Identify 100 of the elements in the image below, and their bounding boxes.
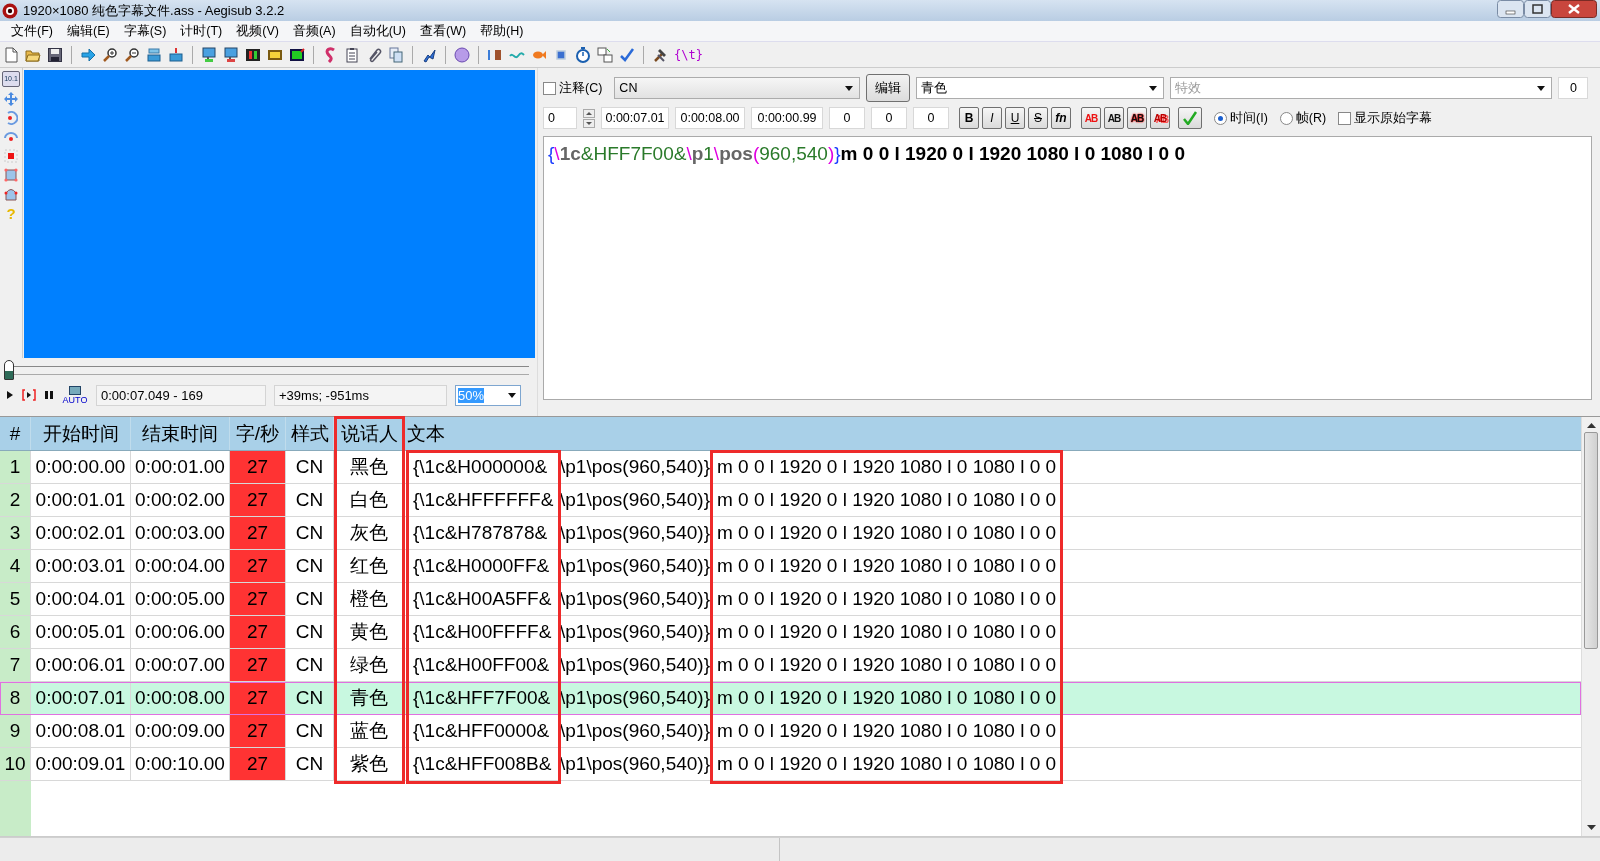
menu-item[interactable]: 音频(A) bbox=[285, 22, 343, 40]
cps-cell: 27 bbox=[230, 583, 286, 615]
edit-style-button[interactable]: 编辑 bbox=[866, 74, 911, 102]
vector-clip-icon[interactable] bbox=[4, 187, 18, 201]
scale-icon[interactable] bbox=[4, 149, 18, 163]
color-button[interactable]: AB bbox=[1104, 107, 1124, 129]
checkbox-label[interactable]: 注释(C) bbox=[559, 79, 603, 97]
bold-button[interactable]: B bbox=[959, 107, 979, 129]
new-file-icon[interactable] bbox=[3, 46, 19, 63]
radio-button[interactable] bbox=[1279, 111, 1293, 125]
paperclip-icon[interactable] bbox=[366, 46, 382, 63]
column-header[interactable]: 结束时间 bbox=[131, 417, 230, 450]
subtitle-row[interactable]: 2 0:00:01.01 0:00:02.00 27 CN 白色 {\1c&HFFFFFF& \p1\pos(960,540)} m 0 0 l 1920 0 l 1920 1080 l 0 1080 l 0 0 bbox=[0, 484, 1581, 517]
maximize-button[interactable] bbox=[1524, 0, 1551, 18]
subtitle-row[interactable]: 10 0:00:09.01 0:00:10.00 27 CN 紫色 {\1c&HFF008B& \p1\pos(960,540)} m 0 0 l 1920 0 l 1920 1080 l 0 1080 l 0 0 bbox=[0, 748, 1581, 781]
film-icon[interactable] bbox=[289, 46, 305, 63]
checkmark-icon[interactable] bbox=[619, 46, 635, 63]
play-icon[interactable] bbox=[6, 390, 14, 400]
strike-button[interactable]: S bbox=[1028, 107, 1048, 129]
subtitle-text: {\1c&HFF7F00&\p1\pos(960,540)}m 0 0 l 1920 0 l 1920 1080 l 0 1080 l 0 0 bbox=[548, 143, 1185, 164]
seek-slider-thumb[interactable] bbox=[4, 359, 14, 380]
scrollbar-thumb[interactable] bbox=[1584, 432, 1598, 649]
save-icon[interactable] bbox=[47, 46, 63, 63]
style-cell: CN bbox=[286, 682, 334, 714]
hammer-icon[interactable] bbox=[652, 46, 668, 63]
arrow-right-icon[interactable] bbox=[80, 46, 96, 63]
subtitle-row[interactable]: 6 0:00:05.01 0:00:06.00 27 CN 黄色 {\1c&H00FFFF& \p1\pos(960,540)} m 0 0 l 1920 0 l 1920 1080 l 0 1080 l 0 0 bbox=[0, 616, 1581, 649]
spin-down-icon[interactable] bbox=[583, 118, 595, 128]
move-icon[interactable] bbox=[4, 92, 18, 106]
text-cell-text: {\1c&HFF0000& \p1\pos(960,540)} m 0 0 l 1920 0 l 1920 1080 l 0 1080 l 0 0 bbox=[412, 719, 1058, 743]
radio-label[interactable]: 帧(R) bbox=[1295, 109, 1327, 127]
text-cell-text: {\1c&HFF7F00& \p1\pos(960,540)} m 0 0 l 1920 0 l 1920 1080 l 0 1080 l 0 0 bbox=[412, 686, 1058, 710]
actor-dropdown[interactable]: 青色 bbox=[916, 77, 1165, 99]
subtitle-row[interactable]: 9 0:00:08.01 0:00:09.00 27 CN 蓝色 {\1c&HFF0000& \p1\pos(960,540)} m 0 0 l 1920 0 l 1920 1080 l 0 1080 l 0 0 bbox=[0, 715, 1581, 748]
minimize-button[interactable] bbox=[1497, 0, 1524, 18]
menu-item[interactable]: 视频(V) bbox=[229, 22, 286, 40]
underline-button[interactable]: U bbox=[1005, 107, 1025, 129]
actor-cell: 紫色 bbox=[334, 748, 405, 780]
round-avatar-icon[interactable] bbox=[454, 46, 470, 63]
text-cell-text: {\1c&HFFFFFF& \p1\pos(960,540)} m 0 0 l 1920 0 l 1920 1080 l 0 1080 l 0 0 bbox=[412, 488, 1058, 512]
radio-button[interactable] bbox=[1214, 111, 1227, 125]
end-time-field[interactable]: 0:00:08.00 bbox=[675, 107, 745, 129]
column-header[interactable]: 文本 bbox=[405, 417, 1581, 450]
column-header[interactable]: 说话人 bbox=[334, 417, 405, 450]
menu-item[interactable]: 帮助(H) bbox=[473, 22, 531, 40]
documents-icon[interactable] bbox=[388, 46, 404, 63]
autoscroll-button[interactable]: AUTO bbox=[62, 385, 88, 405]
start-time-field[interactable]: 0:00:07.01 bbox=[601, 107, 669, 129]
menu-item[interactable]: 文件(F) bbox=[4, 22, 60, 40]
checkbox-label[interactable]: 显示原始字幕 bbox=[1354, 109, 1433, 127]
color-button[interactable]: AB bbox=[1127, 107, 1147, 129]
style-cell: CN bbox=[286, 451, 334, 483]
margin-field[interactable]: 0 bbox=[871, 107, 907, 129]
menu-item[interactable]: 编辑(E) bbox=[59, 22, 117, 40]
subtitle-row[interactable]: 3 0:00:02.01 0:00:03.00 27 CN 灰色 {\1c&H787878& \p1\pos(960,540)} m 0 0 l 1920 0 l 1920 1080 l 0 1080 l 0 0 bbox=[0, 517, 1581, 550]
subtitle-row[interactable]: 4 0:00:03.01 0:00:04.00 27 CN 红色 {\1c&H0000FF& \p1\pos(960,540)} m 0 0 l 1920 0 l 1920 1080 l 0 1080 l 0 0 bbox=[0, 550, 1581, 583]
layer-field[interactable]: 0 bbox=[543, 107, 577, 129]
subtitle-row[interactable]: 5 0:00:04.01 0:00:05.00 27 CN 橙色 {\1c&H00A5FF& \p1\pos(960,540)} m 0 0 l 1920 0 l 1920 1080 l 0 1080 l 0 0 bbox=[0, 583, 1581, 616]
spin-up-icon[interactable] bbox=[583, 108, 595, 118]
film-icon[interactable] bbox=[245, 46, 261, 63]
menu-item[interactable]: 查看(W) bbox=[413, 22, 474, 40]
commit-button[interactable] bbox=[1178, 107, 1202, 129]
scroll-up-icon[interactable] bbox=[1586, 422, 1596, 428]
transform-tag-button[interactable]: {\t} bbox=[674, 47, 703, 62]
play-line-icon[interactable] bbox=[22, 389, 36, 401]
column-header[interactable]: # bbox=[0, 417, 31, 450]
subtitle-row[interactable]: 1 0:00:00.00 0:00:01.00 27 CN 黑色 {\1c&H000000& \p1\pos(960,540)} m 0 0 l 1920 0 l 1920 1080 l 0 1080 l 0 0 bbox=[0, 451, 1581, 484]
monitor-icon[interactable] bbox=[201, 46, 217, 63]
column-header[interactable]: 样式 bbox=[286, 417, 334, 450]
style-cell: CN bbox=[286, 649, 334, 681]
pause-icon[interactable] bbox=[44, 390, 54, 400]
color-button[interactable]: AB bbox=[1150, 107, 1170, 129]
margin-field[interactable]: 0 bbox=[829, 107, 865, 129]
clipboard-icon[interactable] bbox=[344, 46, 360, 63]
scroll-down-icon[interactable] bbox=[1586, 825, 1596, 831]
subtitle-text-editor[interactable]: {\1c&HFF7F00&\p1\pos(960,540)}m 0 0 l 1920 0 l 1920 1080 l 0 1080 l 0 0 bbox=[543, 136, 1592, 400]
menu-item[interactable]: 自动化(U) bbox=[342, 22, 413, 40]
column-header[interactable]: 字/秒 bbox=[230, 417, 286, 450]
color-button[interactable]: AB bbox=[1081, 107, 1101, 129]
document-pair-icon[interactable] bbox=[597, 46, 613, 63]
column-header[interactable]: 开始时间 bbox=[31, 417, 131, 450]
rotate-xy-icon[interactable] bbox=[4, 130, 18, 144]
close-button[interactable] bbox=[1551, 0, 1597, 18]
zoom-out-icon[interactable] bbox=[124, 46, 140, 63]
scrollbar[interactable] bbox=[1581, 417, 1600, 836]
checkbox[interactable] bbox=[543, 81, 556, 95]
clip-rect-icon[interactable] bbox=[4, 168, 18, 182]
stopwatch-icon[interactable] bbox=[575, 46, 591, 63]
zoom-in-icon[interactable] bbox=[102, 46, 118, 63]
checkbox[interactable] bbox=[1338, 111, 1352, 125]
subtitle-row[interactable]: 8 0:00:07.01 0:00:08.00 27 CN 青色 {\1c&HFF7F00& \p1\pos(960,540)} m 0 0 l 1920 0 l 1920 1080 l 0 1080 l 0 0 bbox=[0, 682, 1581, 715]
margin-field[interactable]: 0 bbox=[913, 107, 949, 129]
radio-label[interactable]: 时间(I) bbox=[1230, 109, 1268, 127]
duration-field[interactable]: 0:00:00.99 bbox=[751, 107, 823, 129]
monitor-icon[interactable] bbox=[223, 46, 239, 63]
menu-item[interactable]: 计时(T) bbox=[173, 22, 230, 40]
menu-item[interactable]: 字幕(S) bbox=[116, 22, 174, 40]
font-button[interactable]: fn bbox=[1051, 107, 1071, 129]
style-dropdown[interactable]: CN bbox=[614, 77, 861, 99]
italic-button[interactable]: I bbox=[982, 107, 1002, 129]
